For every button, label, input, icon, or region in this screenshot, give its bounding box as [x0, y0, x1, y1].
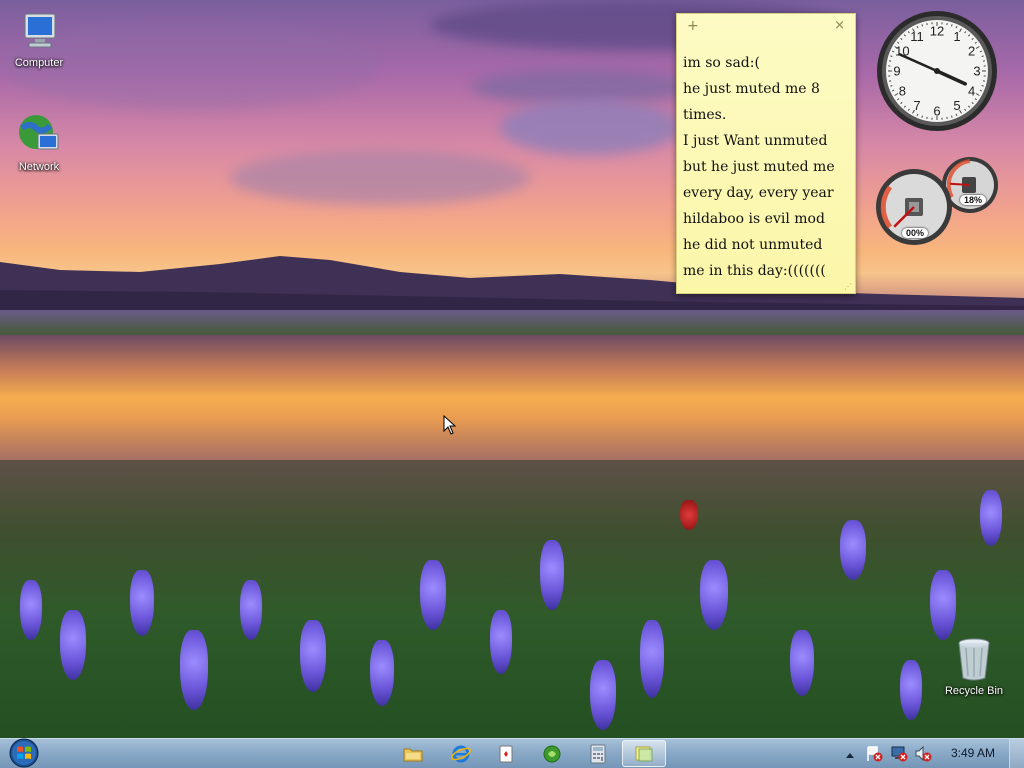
clock-number: 3	[973, 64, 980, 79]
wallpaper-flower	[20, 580, 42, 640]
wallpaper-flower	[180, 630, 208, 710]
resize-grip-icon[interactable]: ⋰	[844, 282, 852, 291]
wallpaper-flower	[590, 660, 616, 730]
wallpaper-flower	[420, 560, 446, 630]
internet-explorer-icon	[451, 745, 471, 762]
wallpaper-flower	[240, 580, 262, 640]
clock-tick	[981, 55, 984, 57]
cpu-meter-gadget[interactable]: 00% 18%	[874, 155, 1000, 247]
desktop-icon-label: Network	[18, 161, 60, 173]
clock-number: 4	[968, 84, 975, 99]
wallpaper-flower	[930, 570, 956, 640]
start-button[interactable]	[4, 737, 44, 768]
mouse-pointer-icon	[443, 415, 457, 435]
desktop-icon-network[interactable]: Network	[3, 112, 75, 173]
network-icon	[19, 115, 59, 150]
wallpaper-flower	[700, 560, 728, 630]
explorer-icon	[403, 748, 423, 761]
network-tray-button[interactable]	[891, 746, 909, 766]
wallpaper-flower	[300, 620, 326, 692]
note-line: hildaboo is evil mod	[683, 211, 825, 227]
clock-number: 9	[893, 64, 900, 79]
wallpaper-flower	[840, 520, 866, 580]
recycle-bin-icon	[958, 638, 990, 681]
wallpaper-flower	[900, 660, 922, 720]
wallpaper-meadow	[0, 460, 1024, 738]
solitaire-icon	[499, 745, 513, 762]
wallpaper-flower	[490, 610, 512, 674]
tray-clock[interactable]: 3:49 AM	[944, 746, 1002, 760]
clock-tick	[921, 24, 923, 27]
clock-tick	[981, 85, 984, 87]
wallpaper-lake	[0, 335, 1024, 475]
clock-number: 2	[968, 44, 975, 59]
clock-tick	[951, 115, 953, 118]
taskbar-sticky-notes-button[interactable]	[622, 740, 666, 767]
action-center-tray-button[interactable]	[866, 746, 884, 766]
note-line: every day, every year	[683, 185, 834, 201]
desktop-icon-label: Recycle Bin	[944, 685, 1004, 697]
memory-readout: 18%	[960, 195, 987, 205]
taskbar-explorer-button[interactable]	[393, 740, 433, 767]
taskbar-internet-explorer-button[interactable]	[441, 740, 481, 767]
sticky-notes-icon	[635, 746, 653, 761]
sticky-note-text[interactable]: im so sad:( he just muted me 8 times. I …	[677, 40, 855, 284]
wallpaper-flower	[540, 540, 564, 610]
show-desktop-button[interactable]	[1009, 739, 1024, 768]
taskbar-media-center-button[interactable]	[532, 740, 572, 767]
note-line: he did not unmuted	[683, 237, 823, 253]
desktop-wallpaper	[0, 0, 1024, 738]
clock-gadget[interactable]: 12 1234567891011	[876, 10, 998, 132]
wallpaper-cloud	[230, 150, 530, 205]
wallpaper-flower	[790, 630, 814, 696]
clock-number: 8	[899, 84, 906, 99]
cpu-readout: 00%	[902, 228, 929, 238]
close-note-button[interactable]: ×	[834, 18, 845, 33]
wallpaper-flower	[370, 640, 394, 706]
taskbar-calculator-button[interactable]	[578, 740, 618, 767]
desktop-icon-computer[interactable]: Computer	[3, 10, 75, 69]
wallpaper-flower	[640, 620, 664, 698]
note-line: he just muted me 8	[683, 81, 820, 97]
note-line: I just Want unmuted	[683, 133, 828, 149]
desktop-icon-label: Computer	[14, 57, 64, 69]
wallpaper-cloud	[500, 100, 680, 155]
show-hidden-icons-button[interactable]	[845, 747, 855, 766]
sticky-note-titlebar[interactable]: + ×	[677, 14, 855, 40]
show-hidden-icons-icon	[846, 753, 854, 758]
note-line: times.	[683, 107, 727, 123]
wallpaper-cloud	[470, 70, 690, 104]
volume-tray-button[interactable]	[915, 745, 933, 766]
taskbar: 3:49 AM	[0, 738, 1024, 768]
clock-tick	[890, 85, 893, 87]
media-center-icon	[543, 745, 561, 762]
calculator-icon	[590, 744, 606, 763]
note-line: im so sad:(	[683, 55, 760, 71]
wallpaper-flower	[130, 570, 154, 636]
wallpaper-flower	[60, 610, 86, 680]
volume-muted-icon	[915, 745, 932, 762]
wallpaper-flower	[980, 490, 1002, 546]
wallpaper-flower	[680, 500, 698, 530]
network-status-icon	[891, 746, 908, 762]
memory-needle	[949, 182, 971, 186]
action-center-icon	[867, 746, 883, 762]
note-line: but he just muted me	[683, 159, 835, 175]
add-note-button[interactable]: +	[687, 18, 699, 34]
computer-icon	[24, 13, 56, 48]
clock-tick	[921, 115, 923, 118]
note-line: me in this day:(((((((	[683, 263, 826, 279]
sticky-note[interactable]: + × im so sad:( he just muted me 8 times…	[676, 13, 856, 294]
clock-tick	[951, 24, 953, 27]
clock-number: 11	[910, 29, 924, 44]
desktop-icon-recycle-bin[interactable]: Recycle Bin	[938, 636, 1010, 697]
taskbar-solitaire-button[interactable]	[486, 740, 526, 767]
clock-tick	[890, 55, 893, 57]
